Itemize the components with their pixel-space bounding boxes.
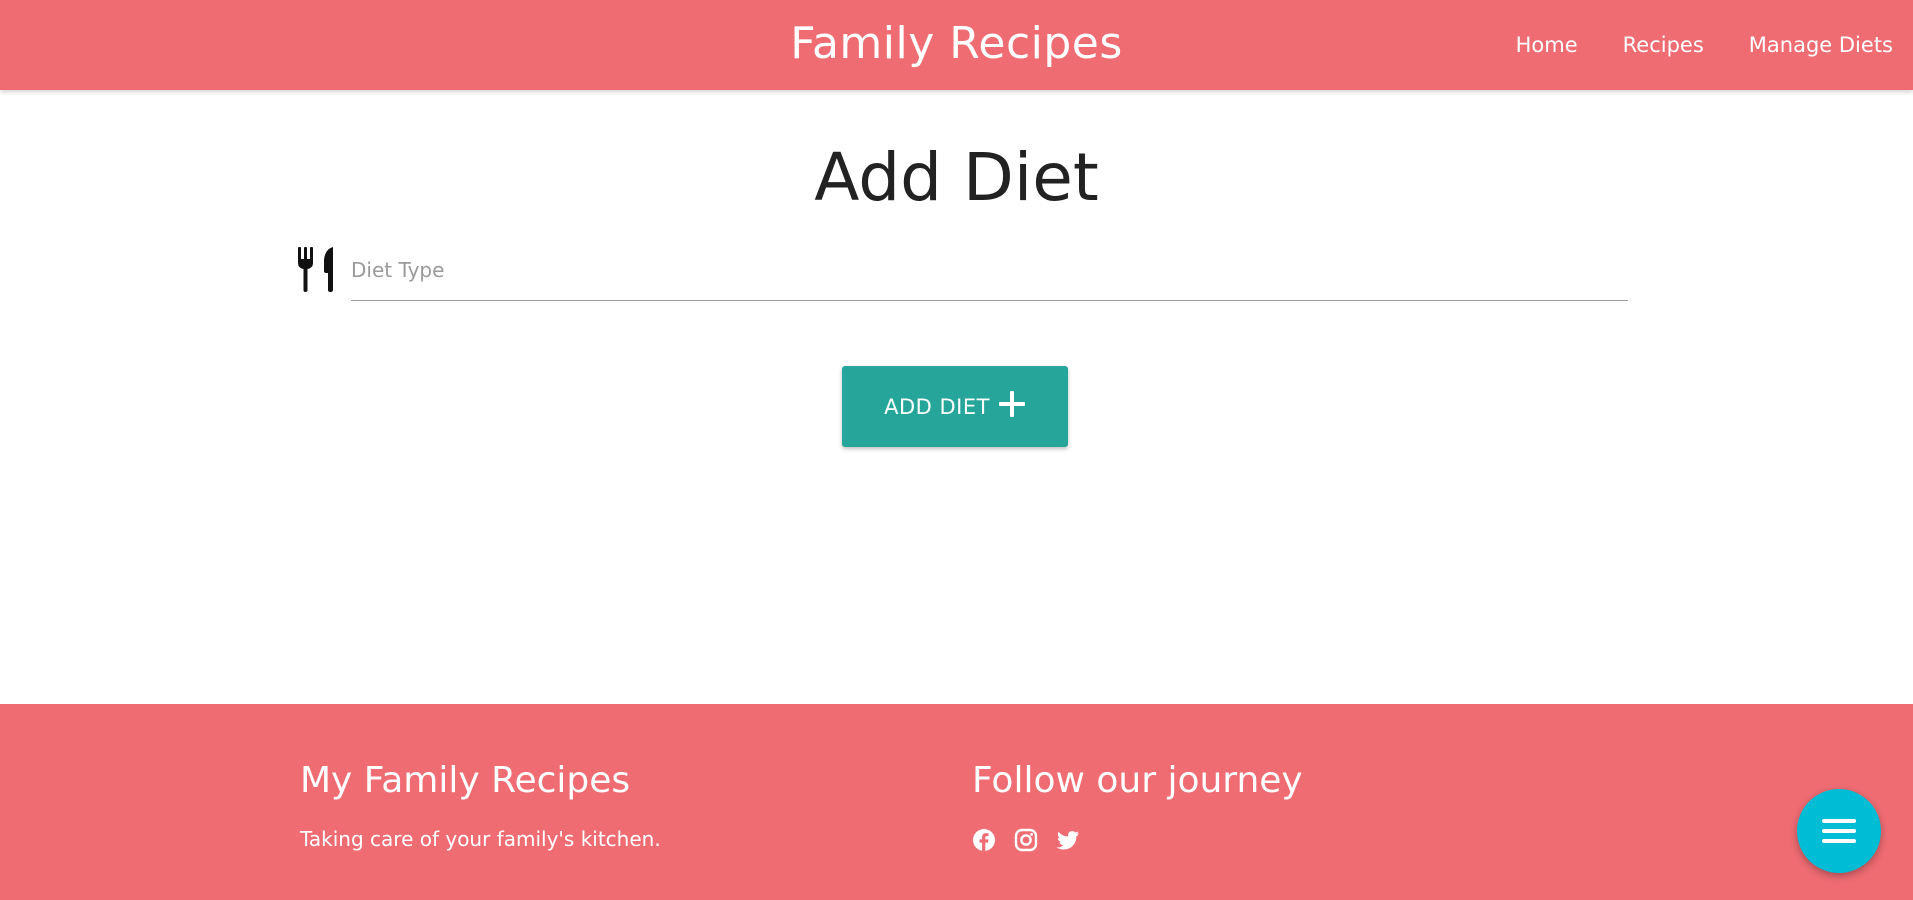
- instagram-icon[interactable]: [1014, 828, 1038, 852]
- diet-type-field: [296, 240, 1628, 302]
- add-diet-button[interactable]: ADD DIET: [842, 366, 1068, 447]
- utensils-icon: [298, 247, 333, 292]
- social-links: [972, 828, 1098, 852]
- diet-type-input[interactable]: [351, 240, 1628, 301]
- footer-tagline: Taking care of your family's kitchen.: [300, 827, 661, 851]
- brand-logo-link[interactable]: Family Recipes: [790, 18, 1123, 69]
- menu-icon: [1822, 819, 1856, 843]
- nav-link-home[interactable]: Home: [1516, 0, 1578, 90]
- facebook-icon[interactable]: [972, 828, 996, 852]
- nav-link-manage-diets[interactable]: Manage Diets: [1749, 0, 1893, 90]
- page-title: Add Diet: [814, 139, 1099, 216]
- nav-links: Home Recipes Manage Diets: [1471, 0, 1893, 90]
- footer-title-my-family-recipes: My Family Recipes: [300, 760, 631, 801]
- footer-title-follow: Follow our journey: [972, 760, 1303, 801]
- menu-fab-button[interactable]: [1797, 789, 1881, 873]
- add-diet-button-label: ADD DIET: [884, 394, 990, 419]
- twitter-icon[interactable]: [1056, 828, 1080, 852]
- plus-icon: [998, 390, 1025, 417]
- main-content: Add Diet ADD DIET: [0, 90, 1913, 704]
- navbar: Family Recipes Home Recipes Manage Diets: [0, 0, 1913, 90]
- nav-link-recipes[interactable]: Recipes: [1623, 0, 1704, 90]
- footer: My Family Recipes Taking care of your fa…: [0, 704, 1913, 900]
